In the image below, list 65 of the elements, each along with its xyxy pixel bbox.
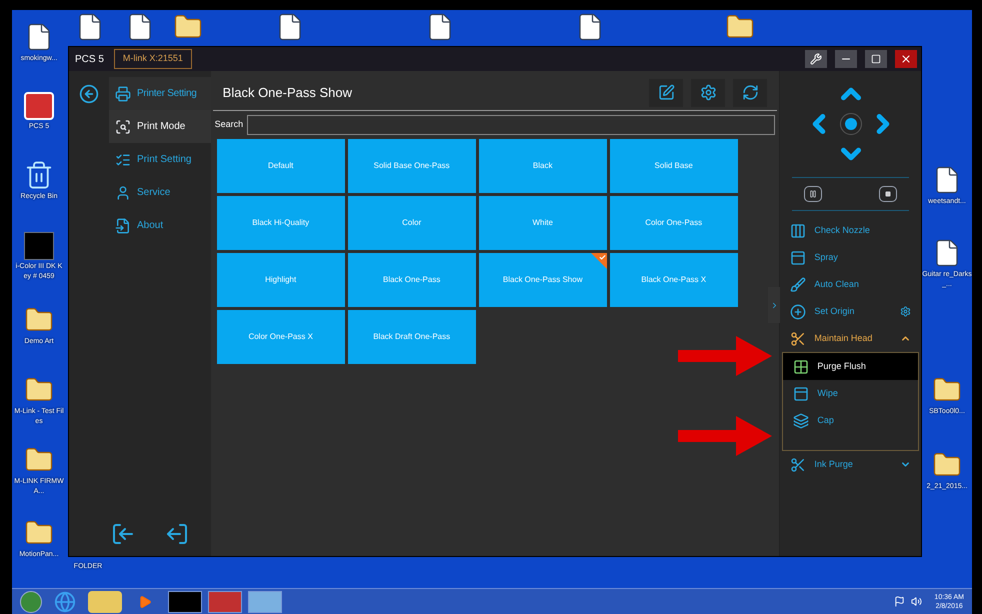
- close-icon: [900, 53, 912, 65]
- mode-title: Black One-Pass Show: [222, 84, 354, 102]
- refresh-icon: [742, 84, 759, 101]
- close-button[interactable]: [895, 50, 917, 68]
- action-item[interactable]: Auto Clean: [780, 271, 921, 298]
- action-item[interactable]: Ink Purge: [780, 451, 921, 478]
- action-item[interactable]: Check Nozzle: [780, 217, 921, 244]
- printer-icon: [115, 86, 131, 102]
- import-icon[interactable]: [110, 522, 135, 546]
- sidebar-item[interactable]: Print Mode: [109, 110, 211, 143]
- connection-tab[interactable]: M-link X:21551: [114, 49, 192, 69]
- wrench-icon: [810, 53, 822, 65]
- submenu-item[interactable]: Purge Flush: [783, 353, 918, 380]
- maximize-icon: [871, 54, 881, 64]
- app-icon[interactable]: [24, 232, 54, 260]
- refresh-button[interactable]: [733, 78, 768, 106]
- brush-icon: [790, 276, 806, 292]
- search-label: Search: [214, 118, 244, 132]
- magnifier-icon: [115, 118, 131, 134]
- stop-button[interactable]: [879, 186, 897, 202]
- panel-icon: [790, 250, 806, 266]
- sidebar-item[interactable]: Service: [109, 176, 211, 209]
- panel-icon: [793, 386, 810, 402]
- flag-icon[interactable]: [894, 596, 906, 607]
- search-field[interactable]: [247, 115, 776, 135]
- submenu-item[interactable]: Wipe: [783, 380, 918, 407]
- scissors-icon: [790, 456, 806, 472]
- pause-icon: [809, 190, 818, 198]
- settings-icon: [700, 84, 717, 101]
- sidebar-item[interactable]: About: [109, 209, 211, 242]
- folder-taskbar-icon[interactable]: [88, 590, 122, 612]
- document-icon: [115, 218, 131, 234]
- columns-icon: [790, 222, 806, 238]
- start-button-icon[interactable]: [20, 590, 42, 612]
- action-item[interactable]: Set Origin: [780, 298, 921, 325]
- settings-button[interactable]: [691, 78, 726, 106]
- app-taskbar-icon[interactable]: [168, 590, 202, 612]
- plus-circle-icon: [790, 304, 806, 320]
- pause-button[interactable]: [804, 186, 822, 202]
- sidebar-item[interactable]: Print Setting: [109, 143, 211, 176]
- export-icon[interactable]: [164, 522, 189, 546]
- layers-icon: [793, 412, 810, 428]
- pointer-arrow-icon: [678, 336, 772, 376]
- sidebar-item[interactable]: Printer Setting: [109, 77, 211, 110]
- scissors-icon: [790, 330, 806, 346]
- center-button-icon[interactable]: [840, 113, 862, 135]
- edit-icon: [658, 84, 675, 101]
- action-item[interactable]: Spray: [780, 244, 921, 271]
- edit-button[interactable]: [649, 78, 684, 106]
- tools-button[interactable]: [805, 50, 827, 68]
- action-item[interactable]: Maintain Head: [780, 325, 921, 352]
- speaker-icon[interactable]: [911, 596, 922, 607]
- stop-icon: [885, 191, 891, 197]
- list-icon: [115, 152, 131, 168]
- window-title: PCS 5: [74, 52, 105, 66]
- back-icon[interactable]: [79, 84, 99, 104]
- pointer-arrow-icon: [678, 416, 772, 456]
- recycle-bin-icon[interactable]: [24, 160, 54, 190]
- minimize-button[interactable]: [835, 50, 857, 68]
- collapse-handle[interactable]: [768, 287, 780, 323]
- grid-icon: [793, 358, 810, 374]
- submenu-item[interactable]: Cap: [783, 407, 918, 434]
- person-icon: [115, 184, 131, 200]
- settings-icon[interactable]: [900, 306, 911, 317]
- maximize-button[interactable]: [865, 50, 887, 68]
